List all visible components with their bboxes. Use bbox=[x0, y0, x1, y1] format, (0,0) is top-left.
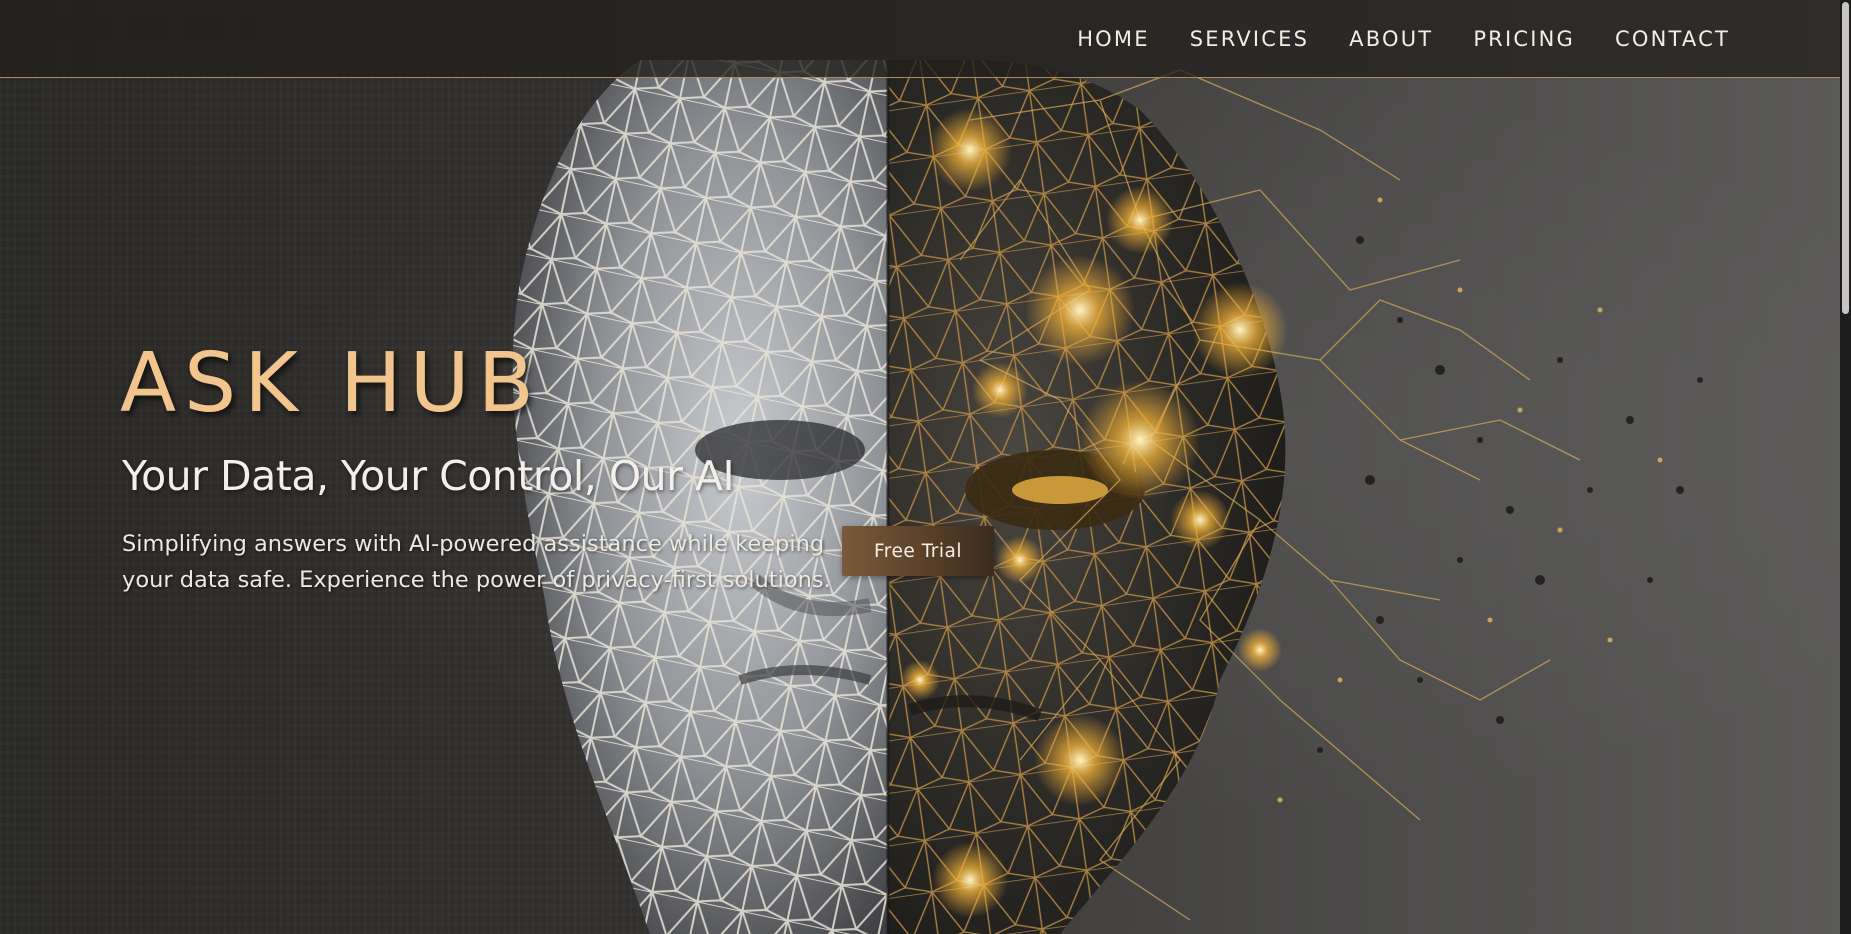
nav-links: HOME SERVICES ABOUT PRICING CONTACT bbox=[1077, 0, 1730, 77]
page-scrollbar[interactable] bbox=[1840, 0, 1851, 934]
hero-subtitle: Your Data, Your Control, Our AI bbox=[122, 452, 735, 500]
nav-about-link[interactable]: ABOUT bbox=[1349, 27, 1433, 51]
hero-description: Simplifying answers with AI-powered assi… bbox=[122, 531, 831, 593]
hero-title: ASK HUB bbox=[120, 336, 542, 431]
top-navbar: HOME SERVICES ABOUT PRICING CONTACT bbox=[0, 0, 1840, 78]
free-trial-button[interactable]: Free Trial bbox=[842, 526, 994, 576]
nav-pricing-link[interactable]: PRICING bbox=[1473, 27, 1575, 51]
scrollbar-thumb[interactable] bbox=[1842, 2, 1849, 314]
page: HOME SERVICES ABOUT PRICING CONTACT ASK … bbox=[0, 0, 1851, 934]
nav-home-link[interactable]: HOME bbox=[1077, 27, 1150, 51]
nav-contact-link[interactable]: CONTACT bbox=[1615, 27, 1730, 51]
nav-services-link[interactable]: SERVICES bbox=[1190, 27, 1309, 51]
